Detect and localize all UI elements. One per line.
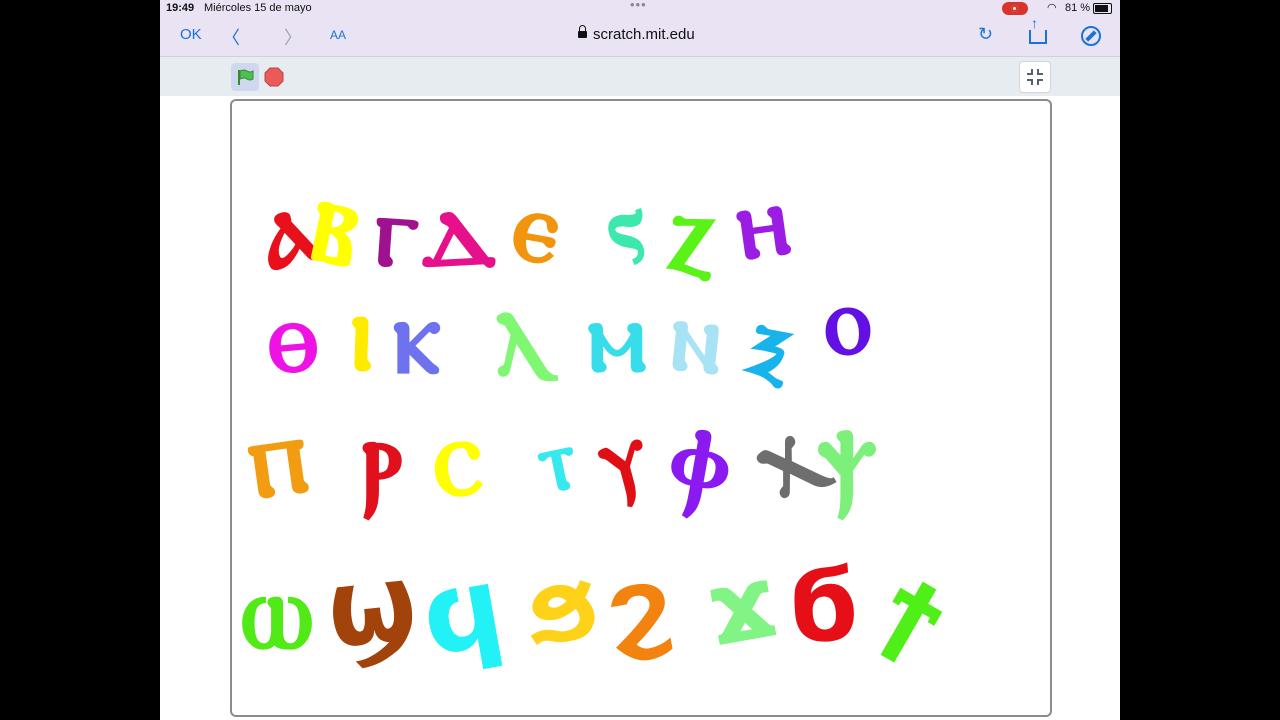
letter-sprite[interactable]: ⲉ — [505, 165, 570, 288]
letter-sprite[interactable]: ϯ — [863, 557, 961, 674]
letter-sprite[interactable]: ⲕ — [393, 275, 441, 397]
forward-arrow-icon[interactable]: 〉 — [284, 24, 302, 50]
reload-icon[interactable]: ↻ — [978, 24, 993, 45]
share-icon[interactable] — [1029, 15, 1047, 44]
letter-sprite[interactable]: ⲟ — [824, 266, 871, 376]
letter-sprite[interactable]: ⲝ — [735, 279, 809, 404]
letter-sprite[interactable]: ⲅ — [371, 171, 422, 291]
letter-sprite[interactable]: ⲣ — [361, 392, 402, 521]
letter-sprite[interactable]: ⲱ — [241, 550, 313, 672]
letter-sprite[interactable]: ⲗ — [484, 271, 560, 400]
battery-icon — [1093, 3, 1112, 14]
letter-sprite[interactable]: ⲓ — [347, 267, 378, 396]
letter-sprite[interactable]: ⲏ — [729, 160, 796, 283]
letter-sprite[interactable]: ϫ — [699, 543, 785, 670]
letter-sprite[interactable]: ⲡ — [240, 389, 315, 524]
url-text: scratch.mit.edu — [593, 26, 695, 43]
browser-toolbar: OK 〈 〉 AA scratch.mit.edu ↻ — [160, 15, 1120, 57]
done-button[interactable]: OK — [180, 26, 202, 43]
letter-sprite[interactable]: ⲋ — [588, 164, 666, 288]
compass-icon[interactable] — [1081, 26, 1101, 46]
letter-sprite[interactable]: ⲥ — [429, 390, 487, 521]
ipad-screen: 19:49 Miércoles 15 de mayo ••• ◠ 81 % OK… — [160, 0, 1120, 720]
status-time: 19:49 — [166, 2, 195, 14]
lock-icon — [578, 25, 587, 38]
scratch-stage-header — [160, 57, 1120, 96]
shrink-arrows-icon — [1027, 69, 1043, 85]
address-bar[interactable]: scratch.mit.edu — [578, 25, 695, 43]
screen-recording-icon[interactable] — [1002, 2, 1028, 15]
green-flag-icon — [238, 69, 254, 85]
letter-sprite[interactable]: ⲑ — [262, 276, 321, 397]
letter-sprite[interactable]: ϭ — [781, 545, 863, 668]
battery-percent: 81 % — [1065, 2, 1091, 14]
letter-sprite[interactable]: ⲙ — [588, 278, 647, 395]
letter-sprite[interactable]: ϣ — [320, 538, 425, 675]
back-arrow-icon[interactable]: 〈 — [222, 24, 240, 50]
status-date: Miércoles 15 de mayo — [204, 2, 312, 14]
multitasking-dots-icon[interactable]: ••• — [630, 0, 647, 12]
green-flag-button[interactable] — [231, 63, 259, 91]
letter-sprite[interactable]: ⲩ — [586, 399, 659, 513]
letter-sprite[interactable]: ⲇ — [416, 160, 498, 292]
stop-button[interactable] — [264, 67, 284, 87]
letter-sprite[interactable]: ϩ — [595, 543, 679, 670]
letter-sprite[interactable]: ⲧ — [529, 409, 586, 514]
letter-sprite[interactable]: ϧ — [517, 543, 607, 669]
status-bar: 19:49 Miércoles 15 de mayo ••• ◠ 81 % — [160, 0, 1120, 18]
letters-canvas: ⲁⲃⲅⲇ ⲉ ⲋⲍ ⲏⲑ ⲓ ⲕ ⲗ ⲙ ⲛ ⲝ ⲟⲡ ⲣ ⲥ ⲧ ⲩ ⲫⲭⲯⲱ ϣϥ ϧϩ ϫϭ ϯ — [240, 148, 962, 681]
exit-fullscreen-button[interactable] — [1019, 61, 1051, 93]
wifi-icon: ◠ — [1047, 2, 1057, 14]
letter-sprite[interactable]: ⲫ — [662, 388, 743, 525]
letter-sprite[interactable]: ⲛ — [666, 275, 729, 397]
scratch-stage[interactable]: ⲁⲃⲅⲇⲉⲋⲍⲏⲑⲓⲕⲗⲙⲛⲝⲟⲡⲣⲥⲧⲩⲫⲭⲯⲱϣϥϧϩϫϭϯ — [230, 99, 1052, 717]
text-size-button[interactable]: AA — [330, 28, 346, 42]
stop-sign-icon — [264, 67, 284, 87]
letter-sprite[interactable]: ⲯ — [817, 392, 876, 521]
letter-sprite[interactable]: ϥ — [412, 541, 512, 681]
